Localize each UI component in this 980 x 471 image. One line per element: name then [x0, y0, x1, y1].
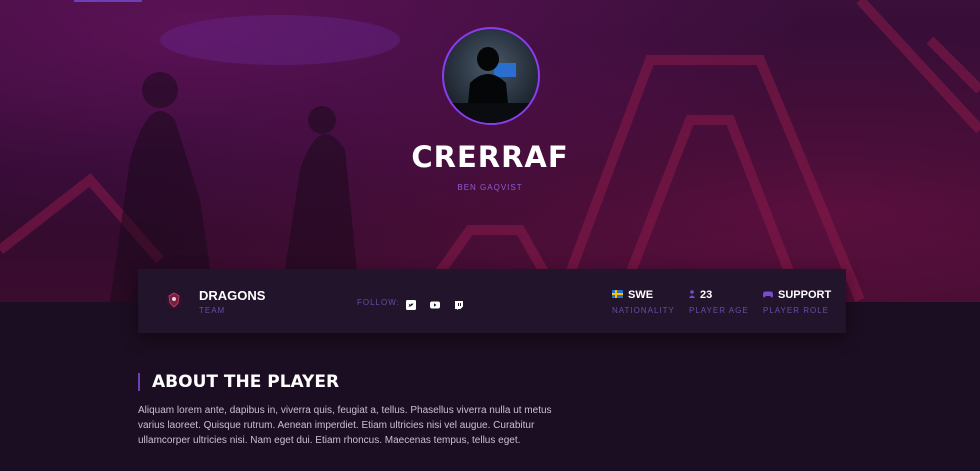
player-avatar: [442, 27, 540, 125]
person-icon: [689, 289, 695, 301]
stat-role: SUPPORT: [763, 289, 831, 301]
about-title: ABOUT THE PLAYER: [152, 372, 340, 392]
hero-banner: CRERRAF BEN GAQVIST: [0, 0, 980, 302]
stat-age: 23: [689, 289, 712, 301]
team-name[interactable]: DRAGONS: [199, 288, 265, 303]
about-body-text: Aliquam lorem ante, dapibus in, viverra …: [138, 405, 552, 446]
player-handle: CRERRAF: [411, 140, 569, 174]
player-real-name: BEN GAQVIST: [457, 183, 523, 192]
twitch-icon[interactable]: [454, 297, 464, 310]
stat-role-label: PLAYER ROLE: [763, 306, 829, 315]
team-label: TEAM: [199, 306, 226, 315]
stat-nationality-label: NATIONALITY: [612, 306, 675, 315]
top-nav-indicator: [74, 0, 142, 2]
gamepad-icon: [763, 289, 773, 301]
stat-nationality: SWE: [612, 289, 653, 301]
youtube-icon[interactable]: [430, 297, 440, 309]
about-title-accent: [138, 373, 140, 391]
player-info-bar: DRAGONS TEAM FOLLOW: SWE NATIONALITY 23 …: [138, 269, 846, 333]
twitter-icon[interactable]: [406, 297, 416, 310]
sweden-flag-icon: [612, 289, 623, 301]
stat-age-value: 23: [700, 289, 713, 301]
stat-nationality-value: SWE: [628, 289, 654, 301]
stat-role-value: SUPPORT: [778, 289, 832, 301]
stat-age-label: PLAYER AGE: [689, 306, 749, 315]
team-logo-icon[interactable]: [163, 289, 185, 311]
follow-label: FOLLOW:: [357, 298, 400, 307]
